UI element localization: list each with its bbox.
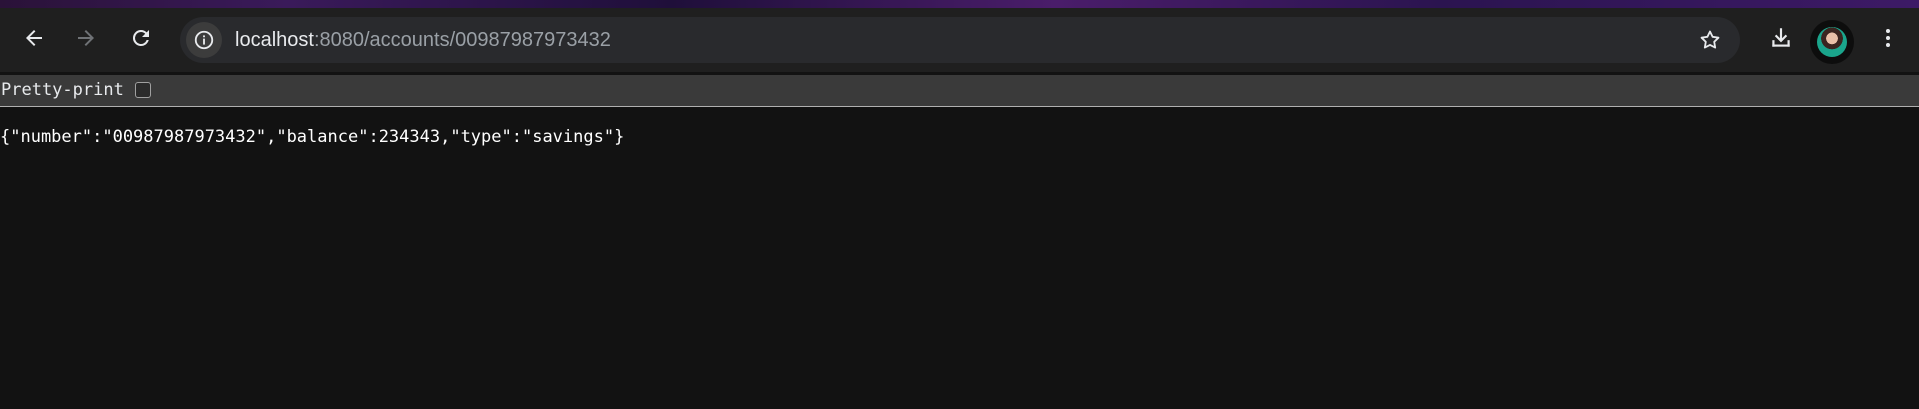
profile-avatar[interactable] (1810, 20, 1854, 64)
url-host: localhost (235, 29, 314, 51)
arrow-left-icon (26, 30, 42, 46)
browser-toolbar: localhost:8080/accounts/00987987973432 (0, 8, 1919, 72)
kebab-menu-icon (1886, 29, 1890, 47)
reload-button[interactable] (121, 18, 161, 58)
reload-icon (132, 29, 149, 46)
avatar (1817, 27, 1847, 57)
bookmark-button[interactable] (1696, 26, 1724, 54)
url-text[interactable]: localhost:8080/accounts/00987987973432 (235, 29, 611, 51)
pretty-print-label: Pretty-print (1, 80, 124, 100)
address-bar[interactable]: localhost:8080/accounts/00987987973432 (180, 17, 1740, 63)
tab-strip (0, 0, 1919, 8)
downloads-button[interactable] (1761, 18, 1801, 58)
forward-button[interactable] (66, 18, 106, 58)
pretty-print-bar: Pretty-print (0, 75, 1919, 107)
browser-menu-button[interactable] (1868, 18, 1908, 58)
info-icon (194, 30, 214, 50)
back-button[interactable] (14, 18, 54, 58)
json-response-text: {"number":"00987987973432","balance":234… (0, 127, 625, 147)
site-info-button[interactable] (186, 22, 222, 58)
url-path: :8080/accounts/00987987973432 (313, 29, 611, 51)
download-icon (1772, 28, 1790, 47)
star-icon (1700, 30, 1720, 49)
pretty-print-checkbox[interactable] (135, 82, 151, 98)
arrow-right-icon (78, 30, 94, 46)
